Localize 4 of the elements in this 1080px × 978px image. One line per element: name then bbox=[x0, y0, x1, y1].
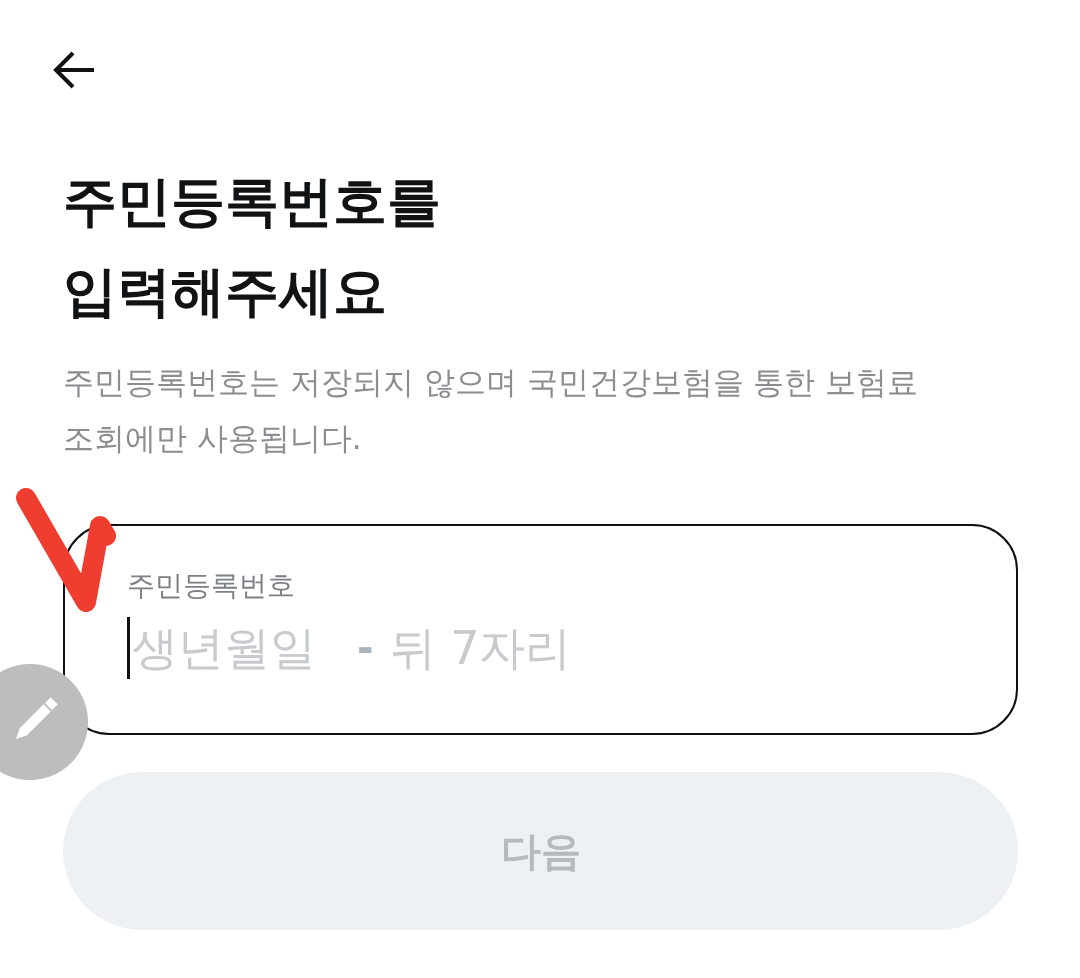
description-text: 주민등록번호는 저장되지 않으며 국민건강보험을 통한 보험료 조회에만 사용됩니다. bbox=[63, 363, 920, 458]
field-label: 주민등록번호 bbox=[127, 568, 295, 604]
separator-text: - bbox=[357, 624, 374, 673]
page-title: 주민등록번호를 입력해주세요 bbox=[63, 169, 442, 325]
